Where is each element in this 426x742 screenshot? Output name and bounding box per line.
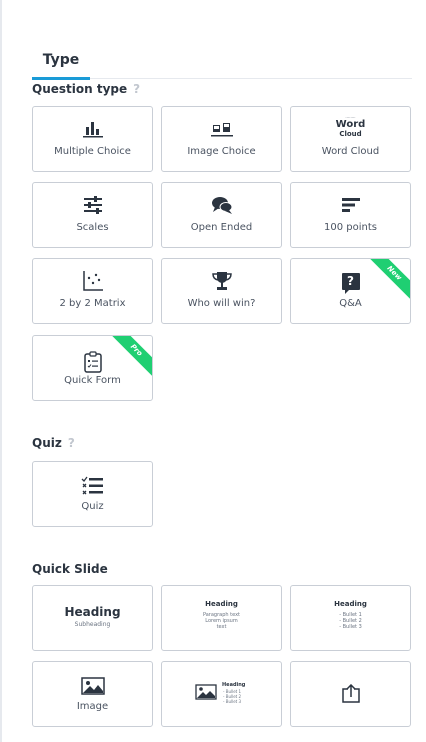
scatter-matrix-icon <box>33 269 152 293</box>
sliders-icon <box>33 193 152 217</box>
quick-slide-heading: Quick Slide <box>32 562 108 576</box>
card-label: Word Cloud <box>321 146 380 157</box>
slide-bullet-line: - Bullet 3 <box>223 699 242 704</box>
card-label: Q&A <box>339 298 362 309</box>
question-type-quick-form[interactable]: Quick Form Pro <box>32 335 153 401</box>
question-type-qa[interactable]: ? Q&A New <box>290 258 411 324</box>
embed-icon <box>291 682 410 706</box>
question-type-title: Question type <box>32 82 128 96</box>
slide-subheading-text: Subheading <box>74 621 111 628</box>
question-type-who-will-win[interactable]: Who will win? <box>161 258 282 324</box>
quiz-card[interactable]: Quiz <box>32 461 153 527</box>
settings-panel: Type Question type? Multiple Choice Imag… <box>32 0 412 742</box>
card-label: Multiple Choice <box>54 146 131 157</box>
tab-type-label: Type <box>42 52 80 68</box>
card-label: 100 points <box>324 222 377 233</box>
question-type-word-cloud[interactable]: ········ Word Cloud Word Cloud <box>290 106 411 172</box>
image-choice-icon <box>162 117 281 141</box>
quick-slide-title: Quick Slide <box>32 562 108 576</box>
quiz-heading: Quiz? <box>32 436 75 450</box>
slide-heading-bullets[interactable]: Heading - Bullet 1 - Bullet 2 - Bullet 3 <box>290 585 411 651</box>
quiz-help-icon[interactable]: ? <box>68 436 75 450</box>
panel-divider <box>0 0 2 742</box>
bar-chart-icon <box>33 117 152 141</box>
question-type-scales[interactable]: Scales <box>32 182 153 248</box>
card-label: 2 by 2 Matrix <box>59 298 126 309</box>
word-cloud-icon: ········ Word Cloud <box>335 115 366 139</box>
slide-heading-text: Heading <box>64 605 121 619</box>
question-type-2-by-2-matrix[interactable]: 2 by 2 Matrix <box>32 258 153 324</box>
card-label: Image Choice <box>187 146 256 157</box>
slide-bullet-line: - Bullet 3 <box>339 624 362 630</box>
question-type-multiple-choice[interactable]: Multiple Choice <box>32 106 153 172</box>
question-type-heading: Question type? <box>32 82 140 96</box>
card-label: Quiz <box>81 501 104 512</box>
slide-heading-paragraph[interactable]: Heading Paragraph text Lorem ipsum text <box>161 585 282 651</box>
quiz-list-icon <box>33 474 152 498</box>
question-type-open-ended[interactable]: Open Ended <box>161 182 282 248</box>
card-label: Who will win? <box>187 298 256 309</box>
qa-icon-mark: ? <box>347 273 354 288</box>
slide-heading-text: Heading <box>222 682 246 688</box>
tab-bar: Type <box>32 50 412 80</box>
card-label: Image <box>76 701 109 712</box>
card-label: Open Ended <box>190 222 253 233</box>
question-type-image-choice[interactable]: Image Choice <box>161 106 282 172</box>
active-tab-indicator <box>32 77 90 80</box>
tab-type[interactable]: Type <box>32 50 90 80</box>
bars-horizontal-icon <box>291 193 410 217</box>
image-icon <box>33 674 152 698</box>
speech-bubbles-icon <box>162 193 281 217</box>
word-cloud-icon-word: Word <box>335 119 366 130</box>
slide-heading-subheading[interactable]: Heading Subheading <box>32 585 153 651</box>
slide-image-bullets[interactable]: Heading - Bullet 1 - Bullet 2 - Bullet 3 <box>161 661 282 727</box>
card-label: Scales <box>76 222 109 233</box>
slide-heading-text: Heading <box>205 600 238 608</box>
slide-text-line: text <box>216 624 227 630</box>
slide-embed[interactable] <box>290 661 411 727</box>
question-type-100-points[interactable]: 100 points <box>290 182 411 248</box>
word-cloud-icon-cloud: Cloud <box>339 130 362 138</box>
question-type-help-icon[interactable]: ? <box>133 82 140 96</box>
slide-heading-text: Heading <box>334 600 367 608</box>
trophy-icon <box>162 269 281 293</box>
image-icon <box>195 684 217 704</box>
slide-image[interactable]: Image <box>32 661 153 727</box>
card-label: Quick Form <box>64 375 121 386</box>
quiz-title: Quiz <box>32 436 62 450</box>
